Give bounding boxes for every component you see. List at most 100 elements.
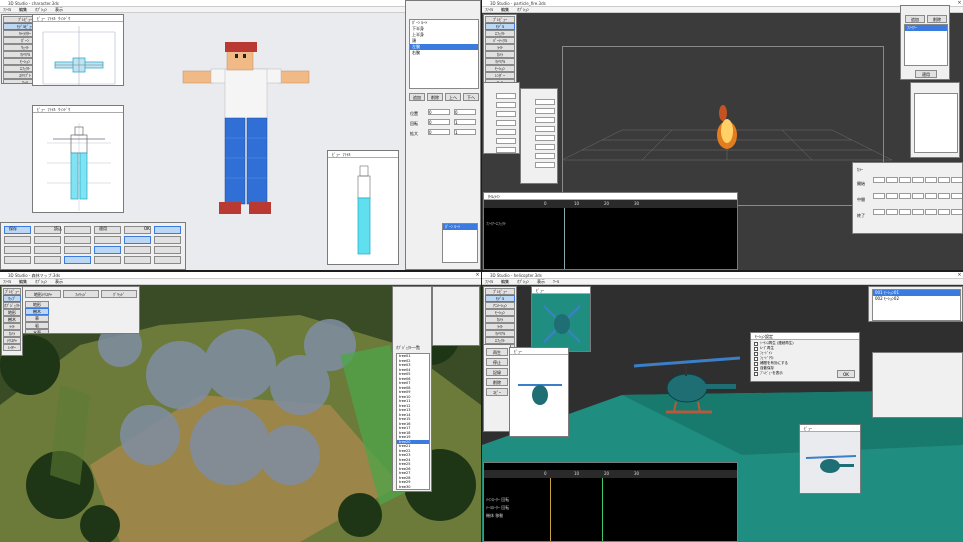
op-button[interactable] (4, 246, 31, 254)
add-emitter-button[interactable]: 追加 (905, 15, 925, 23)
op-button[interactable] (4, 236, 31, 244)
menu-view[interactable]: 表示 (55, 279, 63, 284)
dialog-ok-button[interactable]: OK (837, 370, 855, 378)
menu-file[interactable]: ﾌｧｲﾙ (485, 7, 493, 12)
menu-file[interactable]: ﾌｧｲﾙ (485, 279, 493, 284)
panel-button[interactable]: ｸﾞﾘｯﾄﾞ (101, 290, 137, 298)
layer-button[interactable]: 樹木 (25, 308, 49, 315)
close-icon[interactable]: × (474, 272, 481, 279)
param-input[interactable] (535, 153, 555, 159)
checkbox[interactable] (754, 352, 758, 356)
layer-button[interactable]: 地形 (25, 301, 49, 308)
toolbox-button[interactable]: ｶﾒﾗ (3, 330, 21, 337)
toolbox-button[interactable]: ｶﾒﾗ (485, 51, 515, 58)
timeline-cursor[interactable] (550, 478, 551, 541)
close-icon[interactable]: × (956, 272, 963, 279)
layer-button[interactable]: 草 (25, 315, 49, 322)
color-cell[interactable] (938, 209, 950, 215)
toolbox-button[interactable]: ﾗｲﾄ (485, 44, 515, 51)
view-menu-window[interactable]: ｳｨﾝﾄﾞｳ (58, 107, 70, 112)
timeline-track[interactable]: ﾒｲﾝﾛｰﾀｰ 回転 (486, 497, 509, 503)
color-cell[interactable] (951, 209, 962, 215)
side-button[interactable]: 停止 (486, 358, 508, 366)
param-input[interactable] (535, 135, 555, 141)
color-cell[interactable] (873, 193, 885, 199)
q2-properties-list[interactable] (914, 93, 958, 153)
list-item[interactable]: ﾎﾞｰﾝ ﾙｰﾄ (443, 224, 477, 230)
color-cell[interactable] (886, 177, 898, 183)
menu-file[interactable]: ﾌｧｲﾙ (3, 279, 11, 284)
parts-button[interactable]: 上へ (445, 93, 461, 101)
list-item[interactable]: 右腕 (410, 50, 478, 56)
color-cell[interactable] (938, 193, 950, 199)
op-button[interactable] (154, 256, 181, 264)
param-input[interactable]: 1 (454, 129, 476, 135)
param-input[interactable] (535, 144, 555, 150)
color-cell[interactable] (912, 177, 924, 183)
op-button[interactable] (94, 246, 121, 254)
param-input[interactable] (496, 111, 516, 117)
checkbox[interactable] (754, 367, 758, 371)
toolbox-button[interactable]: ﾓﾃﾞﾙ (485, 23, 515, 30)
color-cell[interactable] (951, 177, 962, 183)
color-cell[interactable] (886, 209, 898, 215)
op-button[interactable] (34, 256, 61, 264)
param-input[interactable] (535, 117, 555, 123)
toolbox-button[interactable]: ｴﾌｪｸﾄ (485, 337, 515, 344)
toolbox-button[interactable]: ﾗｲﾄ (485, 323, 515, 330)
toolbox-button[interactable]: ﾏｯﾌﾟ (3, 295, 21, 302)
menu-edit[interactable]: 編集 (501, 7, 509, 12)
toolbox-button[interactable]: 樹木 (3, 316, 21, 323)
color-cell[interactable] (873, 177, 885, 183)
parts-button[interactable]: 削除 (427, 93, 443, 101)
layer-button[interactable]: 岩 (25, 322, 49, 329)
menu-edit[interactable]: 編集 (501, 279, 509, 284)
menu-option[interactable]: ｵﾌﾟｼｮﾝ (35, 7, 47, 12)
checkbox[interactable] (754, 372, 758, 376)
parts-button[interactable]: 下へ (463, 93, 479, 101)
op-button[interactable] (64, 226, 91, 234)
color-cell[interactable] (899, 193, 911, 199)
param-input[interactable]: 0 (428, 109, 450, 115)
toolbox-button[interactable]: ﾃｸｽﾁｬ (3, 337, 21, 344)
menu-view[interactable]: 表示 (55, 7, 63, 12)
panel-button[interactable]: ﾌｫﾘｯｼﾞ (63, 290, 99, 298)
list-item[interactable]: ﾌｧｲｱｰ (905, 25, 947, 31)
toolbox-button[interactable]: ｱﾆﾒｰｼｮﾝ (485, 302, 515, 309)
timeline-track[interactable]: 機体 移動 (486, 513, 503, 519)
checkbox[interactable] (754, 342, 758, 346)
timeline-track[interactable]: ﾃｰﾙﾛｰﾀｰ 回転 (486, 505, 509, 511)
checkbox[interactable] (754, 362, 758, 366)
color-cell[interactable] (899, 177, 911, 183)
view-menu-file[interactable]: ﾌｧｲﾙ (343, 152, 351, 157)
color-cell[interactable] (912, 193, 924, 199)
op-button[interactable] (34, 236, 61, 244)
layer-button[interactable]: 水面 (25, 329, 49, 333)
q4-motion-list[interactable]: 001 ﾓｰｼｮﾝ01 002 ﾓｰｼｮﾝ02 (872, 289, 961, 321)
panel-button[interactable]: 地形ﾃｸｽﾁｬ (25, 290, 61, 298)
op-button[interactable] (154, 246, 181, 254)
op-button[interactable] (124, 246, 151, 254)
q2-emitter-list[interactable]: ﾌｧｲｱｰ (904, 24, 948, 66)
op-button[interactable] (64, 246, 91, 254)
menu-option[interactable]: ｵﾌﾟｼｮﾝ (517, 7, 529, 12)
op-button[interactable] (124, 256, 151, 264)
param-input[interactable] (496, 93, 516, 99)
op-button[interactable] (154, 236, 181, 244)
toolbox-button[interactable]: ｶﾒﾗ (485, 316, 515, 323)
side-button[interactable]: 削除 (486, 378, 508, 386)
checkbox[interactable] (754, 347, 758, 351)
side-button[interactable]: ｺﾋﾟｰ (486, 388, 508, 396)
op-button[interactable] (94, 256, 121, 264)
color-cell[interactable] (925, 209, 937, 215)
view-menu-file[interactable]: ﾌｧｲﾙ (48, 107, 56, 112)
param-input[interactable] (496, 138, 516, 144)
color-cell[interactable] (873, 209, 885, 215)
timeline-marker[interactable] (602, 478, 603, 541)
timeline-track[interactable]: ﾌｧｲｱｰｴﾌｪｸﾄ (486, 221, 506, 227)
color-cell[interactable] (886, 193, 898, 199)
param-input[interactable]: 0 (428, 129, 450, 135)
op-button[interactable] (124, 236, 151, 244)
color-cell[interactable] (912, 209, 924, 215)
apply-button[interactable]: 適用 (915, 70, 937, 78)
